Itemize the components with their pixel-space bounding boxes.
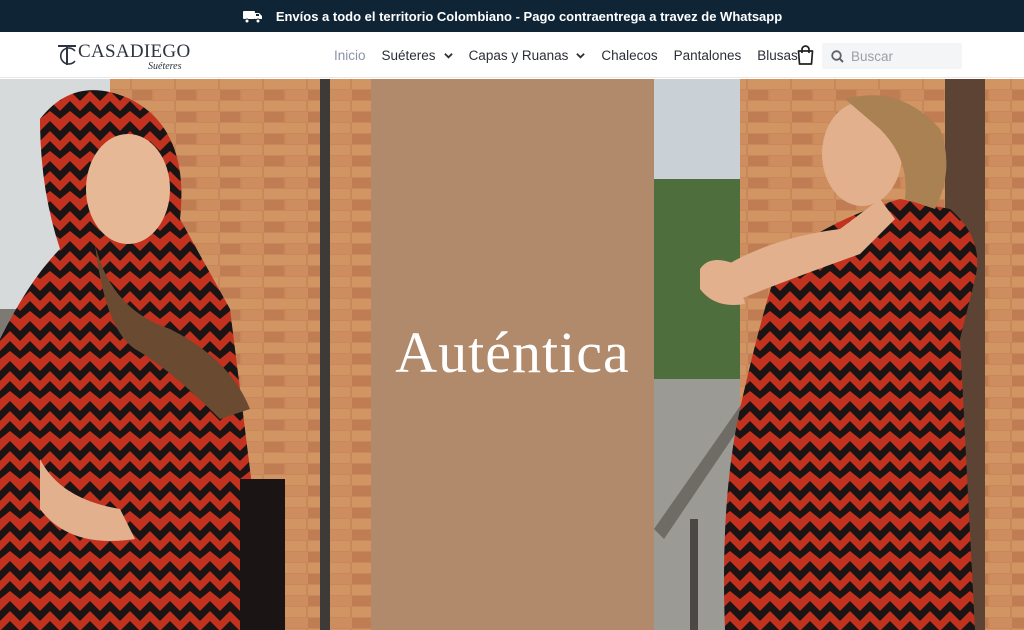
logo-brand: CASADIEGO — [78, 41, 191, 62]
site-header: CASADIEGO Suéteres Inicio Suéteres Capas… — [0, 32, 1024, 78]
logo-subtitle: Suéteres — [148, 61, 182, 72]
hero-banner: Auténtica — [0, 79, 1024, 630]
shopping-bag-icon[interactable] — [796, 45, 815, 65]
nav-item-inicio[interactable]: Inicio — [334, 48, 366, 63]
delivery-truck-icon — [242, 8, 264, 24]
nav-item-label: Chalecos — [601, 47, 658, 63]
nav-item-capas-y-ruanas[interactable]: Capas y Ruanas — [469, 48, 586, 63]
search-input[interactable] — [851, 48, 951, 64]
hero-title: Auténtica — [395, 320, 630, 385]
main-nav: Inicio Suéteres Capas y Ruanas Chalecos … — [334, 32, 814, 78]
monogram-logo — [58, 45, 76, 65]
search-icon[interactable] — [831, 49, 844, 63]
search-box — [822, 43, 962, 69]
announcement-bar: Envíos a todo el territorio Colombiano -… — [0, 0, 1024, 32]
chevron-down-icon — [576, 52, 586, 59]
nav-item-label: Suéteres — [381, 47, 436, 63]
nav-item-pantalones[interactable]: Pantalones — [674, 48, 742, 63]
chevron-down-icon — [443, 52, 453, 59]
nav-item-label: Inicio — [334, 47, 366, 63]
left-photo — [0, 79, 371, 630]
logo[interactable]: CASADIEGO Suéteres — [56, 41, 196, 72]
right-photo — [654, 79, 1024, 630]
nav-item-label: Pantalones — [673, 47, 742, 63]
nav-item-chalecos[interactable]: Chalecos — [601, 48, 657, 63]
nav-item-sueteres[interactable]: Suéteres — [382, 48, 453, 63]
announcement-text: Envíos a todo el territorio Colombiano -… — [275, 8, 783, 24]
nav-item-label: Capas y Ruanas — [468, 47, 569, 63]
nav-item-blusas[interactable]: Blusas — [757, 48, 798, 63]
nav-item-label: Blusas — [757, 47, 798, 63]
